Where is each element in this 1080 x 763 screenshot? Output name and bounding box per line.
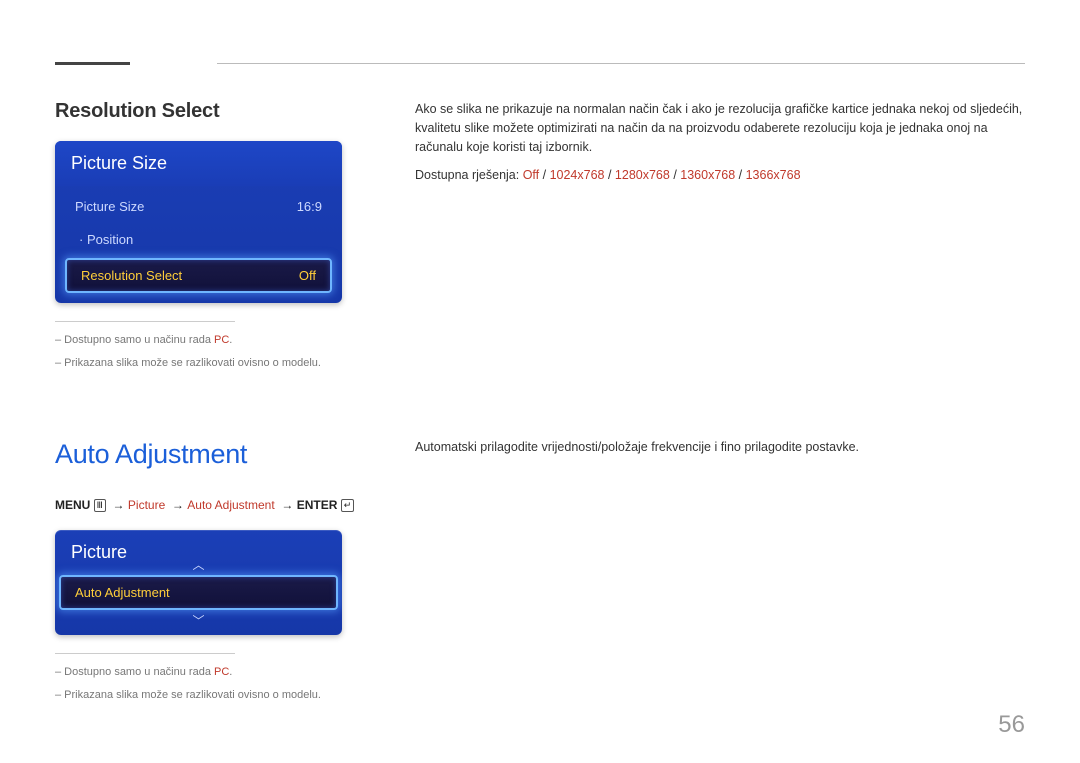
osd-panel-header-text: Picture: [71, 542, 127, 562]
footnote-red-text: PC: [214, 334, 229, 346]
footnote-text: – Dostupno samo u načinu rada: [55, 666, 214, 678]
resolution-select-description: Ako se slika ne prikazuje na normalan na…: [415, 100, 1025, 156]
footnote-text: – Dostupno samo u načinu rada: [55, 334, 214, 346]
enter-icon: [341, 499, 355, 512]
chevron-down-icon[interactable]: ﹀: [55, 610, 342, 635]
bc-auto-adjustment: Auto Adjustment: [187, 498, 274, 512]
opt-off: Off: [523, 168, 539, 182]
page-number: 56: [998, 711, 1025, 739]
osd-row-label: · Position: [79, 232, 133, 247]
footnote-text: .: [229, 666, 232, 678]
menu-breadcrumb: MENU Ⅲ → Picture → Auto Adjustment → ENT…: [55, 498, 375, 512]
section-title-auto-adjustment: Auto Adjustment: [55, 439, 375, 470]
osd-panel-picture: Picture ︿ Auto Adjustment ﹀: [55, 530, 342, 635]
opt-1024x768: 1024x768: [550, 168, 605, 182]
osd-row-label: Picture Size: [75, 199, 144, 214]
footnote-pc-only: – Dostupno samo u načinu rada PC.: [55, 664, 375, 681]
section-title-resolution-select: Resolution Select: [55, 100, 375, 123]
divider: [55, 653, 235, 654]
divider: [55, 321, 235, 322]
osd-row-auto-adjustment-selected[interactable]: Auto Adjustment: [59, 575, 338, 610]
header-accent-bar: [55, 62, 130, 65]
footnote-pc-only: – Dostupno samo u načinu rada PC.: [55, 332, 375, 349]
footnote-text: .: [229, 334, 232, 346]
header-divider: [0, 62, 1080, 65]
osd-row-label: Resolution Select: [81, 268, 182, 283]
available-resolutions: Dostupna rješenja: Off / 1024x768 / 1280…: [415, 168, 1025, 182]
osd-row-label: Auto Adjustment: [75, 585, 170, 600]
osd-panel-body: Picture Size 16:9 · Position Resolution …: [55, 186, 342, 303]
osd-row-value: Off: [299, 268, 316, 283]
osd-row-resolution-select-selected[interactable]: Resolution Select Off: [65, 258, 332, 293]
menu-icon: Ⅲ: [94, 499, 106, 512]
footnote-image-vary: – Prikazana slika može se razlikovati ov…: [55, 687, 375, 704]
opt-1280x768: 1280x768: [615, 168, 670, 182]
sep: /: [539, 168, 549, 182]
opt-1360x768: 1360x768: [680, 168, 735, 182]
footnote-red-text: PC: [214, 666, 229, 678]
osd-panel-header: Picture Size: [55, 141, 342, 186]
footnote-image-vary: – Prikazana slika može se razlikovati ov…: [55, 355, 375, 372]
osd-row-picture-size[interactable]: Picture Size 16:9: [61, 190, 336, 223]
chevron-up-icon[interactable]: ︿: [192, 556, 204, 573]
osd-row-value: 16:9: [297, 199, 322, 214]
osd-row-position[interactable]: · Position: [61, 223, 336, 256]
sep: /: [605, 168, 615, 182]
bc-picture: Picture: [128, 498, 165, 512]
opt-1366x768: 1366x768: [746, 168, 801, 182]
sep: /: [670, 168, 680, 182]
header-horizontal-rule: [217, 63, 1025, 64]
bc-menu: MENU: [55, 498, 94, 512]
opts-prefix: Dostupna rješenja:: [415, 168, 523, 182]
sep: /: [735, 168, 745, 182]
bc-enter: ENTER: [297, 498, 341, 512]
osd-panel-picture-size: Picture Size Picture Size 16:9 · Positio…: [55, 141, 342, 303]
osd-panel-header: Picture ︿: [55, 530, 342, 575]
auto-adjustment-description: Automatski prilagodite vrijednosti/polož…: [415, 438, 1025, 457]
